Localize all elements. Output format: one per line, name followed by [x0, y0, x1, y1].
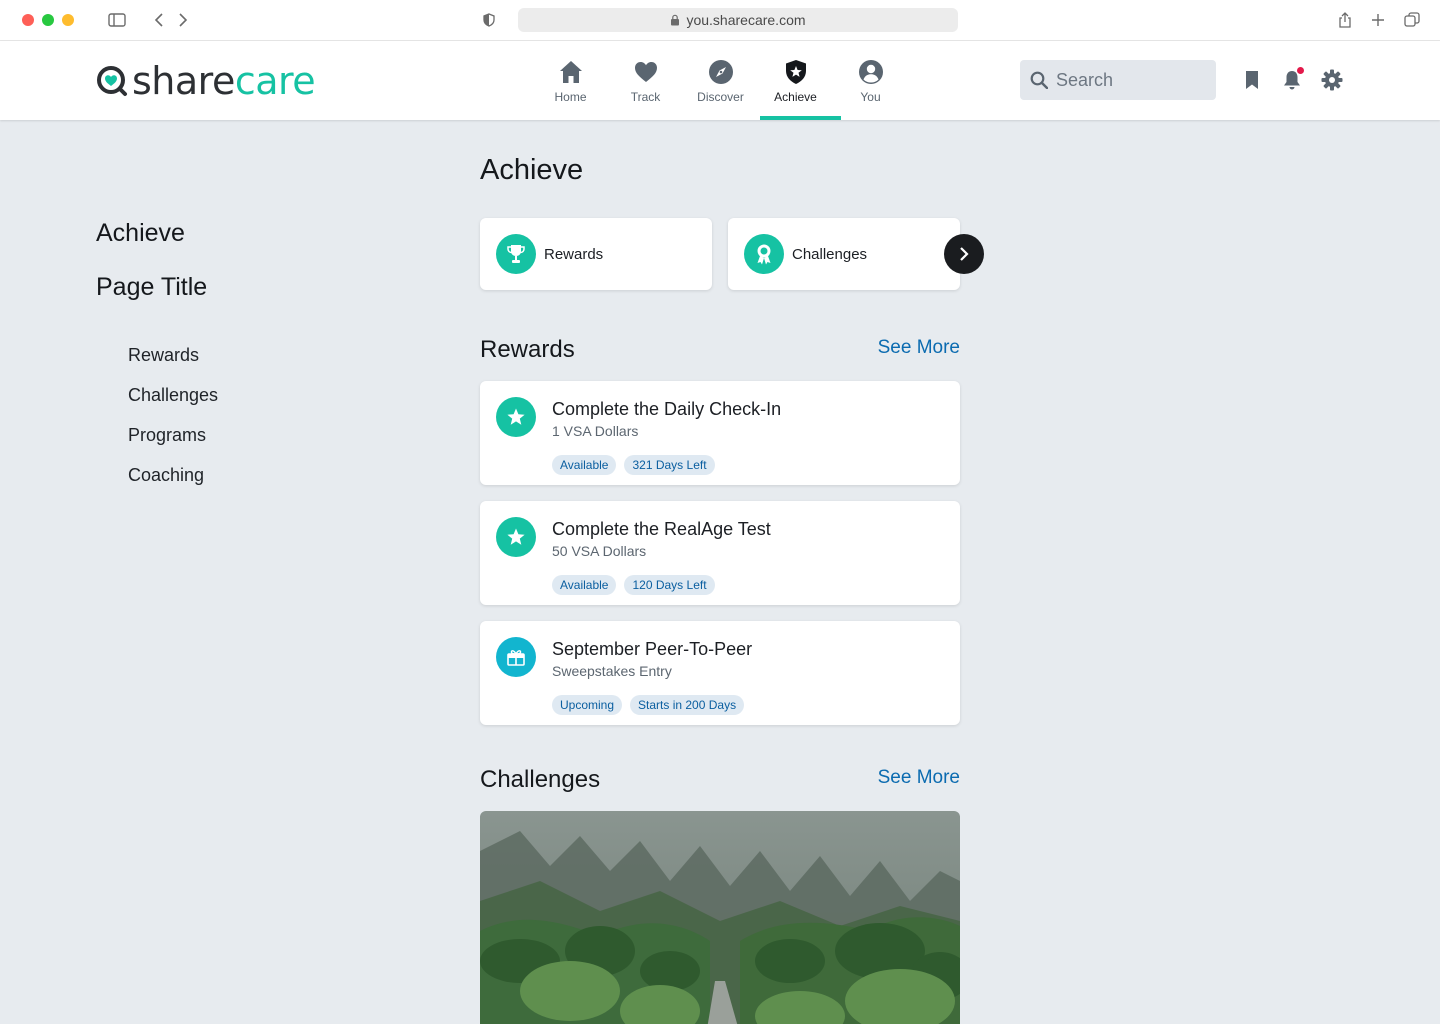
- chevron-right-icon: [960, 247, 969, 261]
- sidebar-title: Achieve: [96, 219, 185, 247]
- user-icon: [858, 60, 883, 84]
- new-tab-icon[interactable]: [1368, 10, 1388, 30]
- nav-achieve-label: Achieve: [774, 90, 817, 104]
- rewards-heading: Rewards: [480, 336, 575, 363]
- sidebar-item-rewards[interactable]: Rewards: [128, 344, 218, 384]
- nav-achieve[interactable]: Achieve: [758, 41, 841, 120]
- reward-subtitle: Sweepstakes Entry: [552, 663, 672, 679]
- nav-discover[interactable]: Discover: [683, 41, 758, 120]
- time-badge: Starts in 200 Days: [630, 695, 745, 715]
- star-icon: [496, 517, 536, 557]
- challenge-photo[interactable]: [480, 811, 960, 1024]
- challenges-see-more-link[interactable]: See More: [878, 767, 960, 789]
- rewards-see-more-link[interactable]: See More: [878, 337, 960, 359]
- gift-icon: [496, 637, 536, 677]
- time-badge: 321 Days Left: [624, 455, 715, 475]
- privacy-shield-icon[interactable]: [479, 10, 499, 30]
- reward-tags: Upcoming Starts in 200 Days: [552, 695, 745, 715]
- reward-card[interactable]: Complete the Daily Check-In 1 VSA Dollar…: [480, 381, 960, 485]
- search-box[interactable]: [1020, 60, 1216, 100]
- sharecare-logo[interactable]: sharecare: [96, 62, 316, 100]
- quick-link-rewards[interactable]: Rewards: [480, 218, 712, 290]
- tab-overview-icon[interactable]: [1402, 10, 1422, 30]
- search-icon: [1030, 71, 1048, 89]
- reward-title: September Peer-To-Peer: [552, 639, 753, 659]
- logo-text-care: care: [234, 59, 316, 103]
- bookmark-icon[interactable]: [1241, 69, 1263, 91]
- quick-link-challenges-label: Challenges: [792, 245, 868, 263]
- sidebar-page-title: Page Title: [96, 273, 208, 301]
- close-window-button[interactable]: [22, 14, 34, 26]
- compass-icon: [708, 60, 733, 84]
- nav-discover-label: Discover: [697, 90, 744, 104]
- reward-tags: Available 120 Days Left: [552, 575, 715, 595]
- nav-track[interactable]: Track: [608, 41, 683, 120]
- sidebar-item-challenges[interactable]: Challenges: [128, 384, 218, 424]
- page-title: Achieve: [480, 154, 584, 186]
- main-nav: Home Track Discover Achieve You: [533, 41, 908, 120]
- logo-text-share: share: [132, 59, 235, 103]
- url-text: you.sharecare.com: [686, 12, 806, 28]
- browser-toolbar: you.sharecare.com: [0, 0, 1440, 41]
- time-badge: 120 Days Left: [624, 575, 715, 595]
- heart-icon: [634, 62, 657, 82]
- forward-icon[interactable]: [173, 10, 193, 30]
- quick-link-challenges[interactable]: Challenges: [728, 218, 960, 290]
- carousel-next-button[interactable]: [944, 234, 984, 274]
- nav-home[interactable]: Home: [533, 41, 608, 120]
- reward-title: Complete the RealAge Test: [552, 519, 771, 539]
- shield-star-icon: [785, 60, 806, 84]
- search-input[interactable]: [1056, 69, 1206, 91]
- sidebar-toggle-icon[interactable]: [107, 10, 127, 30]
- address-bar[interactable]: you.sharecare.com: [518, 8, 958, 32]
- star-icon: [496, 397, 536, 437]
- home-icon: [559, 61, 582, 83]
- reward-card[interactable]: Complete the RealAge Test 50 VSA Dollars…: [480, 501, 960, 605]
- reward-tags: Available 321 Days Left: [552, 455, 715, 475]
- challenges-heading: Challenges: [480, 766, 601, 793]
- share-icon[interactable]: [1335, 10, 1355, 30]
- reward-subtitle: 50 VSA Dollars: [552, 543, 647, 559]
- status-badge: Available: [552, 455, 617, 475]
- gear-icon[interactable]: [1321, 69, 1343, 91]
- app-header: sharecare Home Track Discover Achieve Yo…: [0, 41, 1440, 120]
- reward-card[interactable]: September Peer-To-Peer Sweepstakes Entry…: [480, 621, 960, 725]
- lock-icon: [671, 14, 680, 26]
- logo-heart-icon: [97, 66, 127, 96]
- status-badge: Upcoming: [552, 695, 623, 715]
- sidebar-item-coaching[interactable]: Coaching: [128, 464, 218, 504]
- reward-title: Complete the Daily Check-In: [552, 399, 782, 419]
- nav-home-label: Home: [554, 90, 587, 104]
- back-icon[interactable]: [149, 10, 169, 30]
- notification-dot: [1297, 67, 1304, 74]
- status-badge: Available: [552, 575, 617, 595]
- nav-track-label: Track: [630, 90, 661, 104]
- ribbon-award-icon: [744, 234, 784, 274]
- sidebar-nav: Rewards Challenges Programs Coaching: [128, 344, 218, 504]
- nav-you[interactable]: You: [833, 41, 908, 120]
- nav-you-label: You: [860, 90, 881, 104]
- reward-subtitle: 1 VSA Dollars: [552, 423, 639, 439]
- bell-icon[interactable]: [1281, 67, 1304, 91]
- sidebar-item-programs[interactable]: Programs: [128, 424, 218, 464]
- trophy-icon: [496, 234, 536, 274]
- quick-link-rewards-label: Rewards: [544, 245, 604, 263]
- maximize-window-button[interactable]: [42, 14, 54, 26]
- minimize-window-button[interactable]: [62, 14, 74, 26]
